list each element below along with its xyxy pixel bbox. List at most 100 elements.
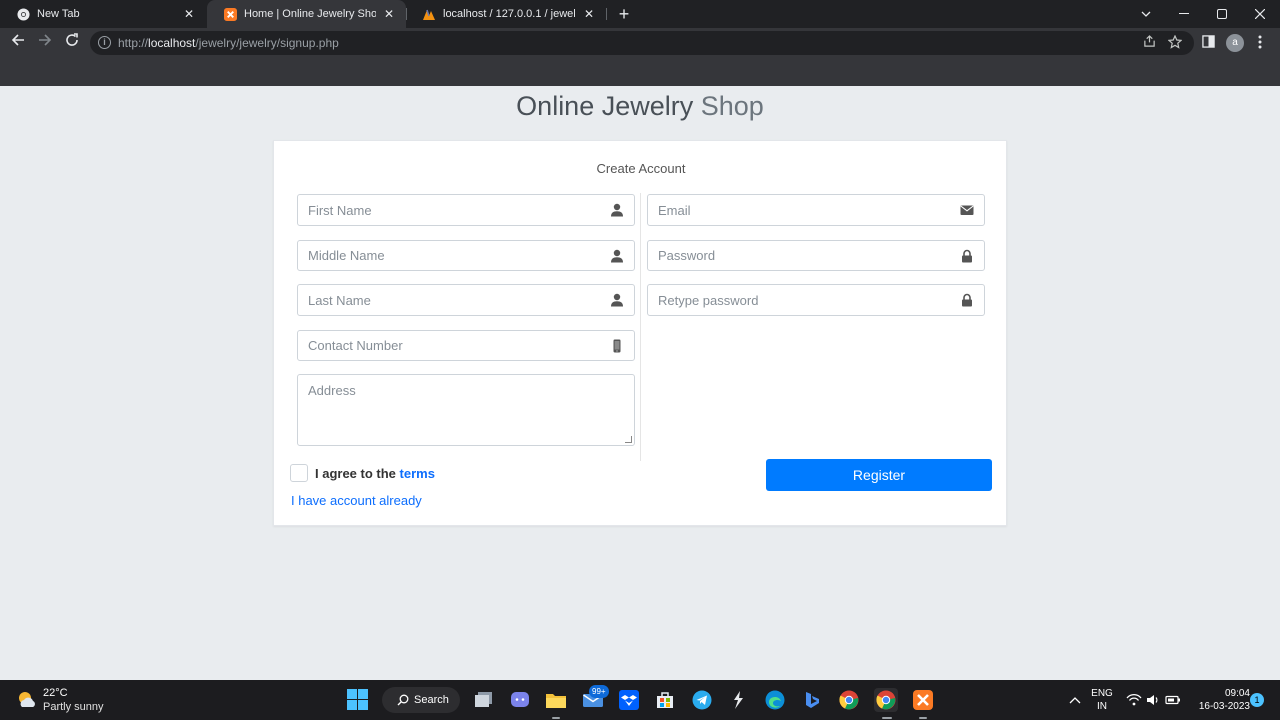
password-field[interactable] <box>647 240 985 271</box>
agree-terms-label: I agree to the terms <box>315 466 435 481</box>
share-icon[interactable] <box>1141 35 1157 51</box>
reload-icon[interactable] <box>62 33 82 53</box>
telegram-icon[interactable] <box>690 688 714 712</box>
first-name-input[interactable] <box>298 195 634 225</box>
login-link[interactable]: I have account already <box>291 493 422 508</box>
user-icon <box>611 293 623 307</box>
title-main: Online Jewelry <box>516 91 694 121</box>
xampp-app-icon[interactable] <box>911 688 935 712</box>
column-divider <box>640 193 641 461</box>
address-textarea[interactable] <box>298 375 634 445</box>
windows-start-icon[interactable] <box>347 689 368 710</box>
email-input[interactable] <box>648 195 984 225</box>
teams-chat-icon[interactable] <box>508 688 532 712</box>
chrome-icon <box>16 7 30 21</box>
clock-date[interactable]: 16-03-2023 <box>1186 701 1250 712</box>
site-info-icon[interactable]: i <box>98 36 111 49</box>
mail-badge: 99+ <box>589 685 609 698</box>
address-field[interactable] <box>297 374 635 446</box>
new-tab-button[interactable]: + <box>614 4 634 24</box>
email-field[interactable] <box>647 194 985 226</box>
terms-link[interactable]: terms <box>400 466 435 481</box>
bookmark-star-icon[interactable] <box>1167 34 1183 51</box>
partly-sunny-icon[interactable] <box>16 689 38 711</box>
profile-avatar[interactable]: a <box>1226 34 1244 52</box>
last-name-input[interactable] <box>298 285 634 315</box>
chrome-active-icon[interactable] <box>874 688 898 712</box>
tab-title: localhost / 127.0.0.1 / jewelry_db <box>443 8 576 20</box>
tab-new-tab[interactable]: New Tab ✕ <box>0 0 206 28</box>
back-arrow-icon[interactable] <box>8 33 28 53</box>
middle-name-field[interactable] <box>297 240 635 271</box>
password-input[interactable] <box>648 241 984 270</box>
close-icon[interactable]: ✕ <box>182 7 196 21</box>
menu-kebab-icon[interactable] <box>1252 35 1268 51</box>
agree-terms-checkbox[interactable] <box>290 464 308 482</box>
browser-toolbar: i http://localhost/jewelry/jewelry/signu… <box>0 28 1280 58</box>
resize-grip-icon[interactable] <box>625 436 632 443</box>
first-name-field[interactable] <box>297 194 635 226</box>
close-icon[interactable]: ✕ <box>582 7 596 21</box>
user-icon <box>611 249 623 263</box>
agree-text: I agree to the <box>315 466 396 481</box>
tab-separator <box>406 8 407 20</box>
envelope-icon <box>960 205 974 215</box>
search-icon <box>397 694 409 706</box>
url-text[interactable]: http://localhost/jewelry/jewelry/signup.… <box>118 36 339 50</box>
notification-count-badge[interactable]: 1 <box>1250 693 1264 707</box>
bolt-app-icon[interactable] <box>726 688 750 712</box>
weather-description[interactable]: Partly sunny <box>43 701 104 713</box>
retype-password-field[interactable] <box>647 284 985 316</box>
weather-temperature[interactable]: 22°C <box>43 687 68 699</box>
lock-icon <box>962 249 972 263</box>
language-region[interactable]: IN <box>1090 701 1114 712</box>
windows-taskbar: 22°C Partly sunny Search ENG IN 09:04 16… <box>0 680 1280 720</box>
lock-icon <box>962 293 972 307</box>
chrome-app-icon[interactable] <box>837 688 861 712</box>
form-heading: Create Account <box>596 161 686 176</box>
address-bar[interactable]: i http://localhost/jewelry/jewelry/signu… <box>90 31 1194 55</box>
tab-separator <box>606 8 607 20</box>
file-explorer-window-icon[interactable] <box>472 688 496 712</box>
last-name-field[interactable] <box>297 284 635 316</box>
bing-chat-icon[interactable] <box>800 688 824 712</box>
retype-password-input[interactable] <box>648 285 984 315</box>
mobile-phone-icon <box>613 339 621 353</box>
microsoft-store-icon[interactable] <box>653 688 677 712</box>
tab-phpmyadmin[interactable]: localhost / 127.0.0.1 / jewelry_db ✕ <box>406 0 606 28</box>
page-title: Online Jewelry Shop <box>0 91 1280 122</box>
contact-number-field[interactable] <box>297 330 635 361</box>
bookmarks-bar <box>0 58 1280 86</box>
running-indicator <box>882 717 892 719</box>
side-panel-icon[interactable] <box>1200 35 1216 51</box>
tab-home-jewelry[interactable]: Home | Online Jewelry Shop System ✕ <box>207 0 406 28</box>
register-button[interactable]: Register <box>766 459 992 491</box>
contact-number-input[interactable] <box>298 331 634 360</box>
language-code[interactable]: ENG <box>1090 688 1114 699</box>
clock-time[interactable]: 09:04 <box>1190 688 1250 699</box>
middle-name-input[interactable] <box>298 241 634 270</box>
running-indicator <box>919 717 927 719</box>
taskbar-search[interactable]: Search <box>382 687 460 713</box>
window-close-icon[interactable] <box>1241 0 1279 28</box>
minimize-icon[interactable] <box>1165 0 1203 28</box>
folder-icon[interactable] <box>544 688 568 712</box>
signup-card: Create Account I agree to the terms I <box>273 140 1007 526</box>
edge-icon[interactable] <box>763 688 787 712</box>
browser-tabstrip: New Tab ✕ Home | Online Jewelry Shop Sys… <box>0 0 1280 28</box>
forward-arrow-icon[interactable] <box>35 33 55 53</box>
search-label: Search <box>414 694 449 706</box>
running-indicator <box>552 717 560 719</box>
tab-title: Home | Online Jewelry Shop System <box>244 8 376 20</box>
close-icon[interactable]: ✕ <box>382 7 396 21</box>
system-tray-status[interactable] <box>1123 688 1185 712</box>
dropbox-icon[interactable] <box>617 688 641 712</box>
xampp-icon <box>223 7 237 21</box>
phpmyadmin-icon <box>422 7 436 21</box>
maximize-icon[interactable] <box>1203 0 1241 28</box>
tab-title: New Tab <box>37 8 80 20</box>
chevron-up-icon[interactable] <box>1063 688 1087 712</box>
title-accent: Shop <box>700 91 764 121</box>
tab-search-icon[interactable] <box>1127 0 1165 28</box>
user-icon <box>611 203 623 217</box>
